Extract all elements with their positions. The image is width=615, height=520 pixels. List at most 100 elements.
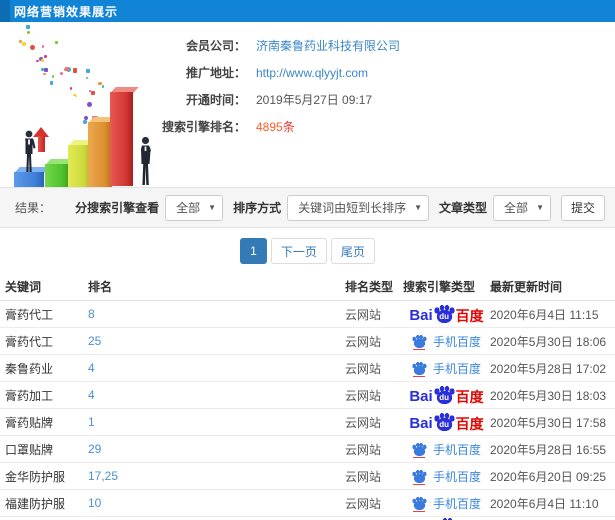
keyword-cell: 膏药代工 [5, 334, 54, 349]
promo-url-link[interactable]: http://www.qlyyjt.com [256, 66, 368, 80]
mobile-baidu-logo: 手机百度 [411, 333, 481, 350]
sort-mode-label: 排序方式 [233, 201, 282, 215]
sort-mode-selected: 关键词由短到长排序 [298, 201, 407, 215]
table-header-row: 关键词 排名 排名类型 搜索引擎类型 最新更新时间 [0, 272, 615, 301]
keyword-cell: 秦鲁药业 [5, 361, 54, 376]
updated-time-cell: 2020年6月20日 09:25 [490, 469, 607, 484]
header-engine-type: 搜索引擎类型 [403, 279, 476, 294]
mobile-baidu-text: 手机百度 [432, 361, 481, 376]
mobile-baidu-logo: 手机百度 [411, 360, 481, 377]
baidu-logo-du-text: du [439, 392, 450, 402]
updated-time-cell: 2020年6月4日 11:10 [490, 496, 599, 511]
rank-cell[interactable]: 25 [88, 334, 345, 348]
baidu-logo: Bai du 百度 [409, 386, 484, 404]
keyword-cell: 膏药代工 [5, 307, 54, 322]
rank-type-cell: 云网站 [345, 469, 382, 484]
rank-cell[interactable]: 1 [88, 415, 345, 429]
table-row: 秦鲁药业 4 云网站 手机百度 2020年5月28日 17:02 [0, 355, 615, 382]
article-type-select[interactable]: 全部 ▼ [493, 194, 551, 221]
chevron-down-icon: ▼ [208, 203, 217, 212]
page: 网络营销效果展示 会员公司： 济南秦鲁药业科技有限公司 推广地址： http:/… [0, 0, 615, 520]
mobile-baidu-paw-icon [411, 469, 427, 485]
table-row: 福建防护服 10 云网站 手机百度 2020年6月4日 11:10 [0, 490, 615, 517]
keyword-cell: 福建防护服 [5, 496, 66, 511]
mobile-baidu-paw-icon [411, 334, 427, 350]
engine-view-label: 分搜索引擎查看 [75, 201, 160, 215]
chevron-down-icon: ▼ [536, 203, 544, 212]
engine-view-select[interactable]: 全部 ▼ [165, 194, 224, 221]
mobile-baidu-logo: 手机百度 [411, 468, 481, 485]
submit-button[interactable]: 提交 [560, 194, 605, 221]
mobile-baidu-paw-icon [411, 361, 427, 377]
baidu-paw-icon: du [433, 386, 455, 404]
table-row: 膏药代工 25 云网站 手机百度 2020年5月30日 18:06 [0, 328, 615, 355]
baidu-logo-bai-text: Bai [409, 415, 433, 431]
baidu-logo-cn-text: 百度 [455, 308, 484, 323]
article-type-selected: 全部 [504, 201, 529, 215]
rank-cell[interactable]: 4 [88, 361, 345, 375]
table-row: 膏药贴牌 1 云网站 Bai du 百度 2020年5月30日 17:58 [0, 409, 615, 436]
page-button-current[interactable]: 1 [240, 238, 267, 264]
search-engine-cell: 手机百度 [403, 333, 490, 350]
keyword-cell: 口罩贴牌 [5, 442, 54, 457]
rank-cell[interactable]: 10 [88, 496, 345, 510]
header-updated: 最新更新时间 [490, 279, 563, 294]
mobile-baidu-text: 手机百度 [432, 334, 481, 349]
rank-cell[interactable]: 8 [88, 307, 345, 321]
engine-view-selected: 全部 [176, 201, 201, 215]
sort-mode-select[interactable]: 关键词由短到长排序 ▼ [287, 194, 430, 221]
table-row: 口罩贴牌 29 云网站 手机百度 2020年5月28日 16:55 [0, 436, 615, 463]
baidu-logo: Bai du 百度 [409, 305, 484, 323]
promo-url-row: 推广地址： http://www.qlyyjt.com [96, 59, 516, 86]
chevron-down-icon: ▼ [414, 203, 423, 212]
page-title: 网络营销效果展示 [14, 4, 119, 19]
businessman-left-figure [20, 130, 38, 174]
opened-time-row: 开通时间： 2019年5月27日 09:17 [96, 86, 516, 113]
baidu-logo-bai-text: Bai [409, 388, 433, 404]
rank-type-cell: 云网站 [345, 307, 382, 322]
keyword-cell: 膏药贴牌 [5, 415, 54, 430]
engine-rank-label: 搜索引擎排名： [161, 120, 246, 134]
table-row: 膏药加工 4 云网站 Bai du 百度 2020年5月30日 18:03 [0, 382, 615, 409]
opened-time-label: 开通时间： [185, 93, 246, 107]
baidu-logo-bai-text: Bai [409, 307, 433, 323]
engine-rank-value: 4895条 [256, 118, 295, 135]
search-engine-cell: Bai du 百度 [403, 386, 490, 404]
mobile-baidu-text: 手机百度 [432, 496, 481, 511]
member-info-panel: 会员公司： 济南秦鲁药业科技有限公司 推广地址： http://www.qlyy… [96, 32, 516, 140]
result-label: 结果： [15, 201, 52, 215]
baidu-logo-cn-text: 百度 [455, 389, 484, 404]
updated-time-cell: 2020年5月30日 17:58 [490, 415, 607, 430]
rank-type-cell: 云网站 [345, 415, 382, 430]
updated-time-cell: 2020年5月28日 17:02 [490, 361, 607, 376]
filter-bar: 结果： 分搜索引擎查看 全部 ▼ 排序方式 关键词由短到长排序 ▼ 文章类型 全… [0, 187, 615, 228]
updated-time-cell: 2020年5月28日 16:55 [490, 442, 607, 457]
baidu-paw-icon: du [433, 305, 455, 323]
next-page-button[interactable]: 下一页 [270, 238, 327, 264]
rank-cell[interactable]: 4 [88, 388, 345, 402]
rank-cell[interactable]: 17,25 [88, 469, 345, 483]
baidu-logo-du-text: du [439, 419, 450, 429]
rank-type-cell: 云网站 [345, 361, 382, 376]
businessman-right-figure [136, 136, 154, 188]
rank-cell[interactable]: 29 [88, 442, 345, 456]
last-page-button[interactable]: 尾页 [330, 238, 375, 264]
table-row: 膏药代工 8 云网站 Bai du 百度 2020年6月4日 11:15 [0, 301, 615, 328]
search-engine-cell: Bai du 百度 [403, 413, 490, 431]
ranking-table: 关键词 排名 排名类型 搜索引擎类型 最新更新时间 膏药代工 8 云网站 Bai… [0, 272, 615, 517]
updated-time-cell: 2020年5月30日 18:06 [490, 334, 607, 349]
search-engine-cell: 手机百度 [403, 441, 490, 458]
member-company-link[interactable]: 济南秦鲁药业科技有限公司 [256, 37, 400, 54]
promo-url-label: 推广地址： [185, 66, 246, 80]
member-company-label: 会员公司： [185, 39, 246, 53]
engine-rank-unit: 条 [282, 120, 295, 134]
search-engine-cell: Bai du 百度 [403, 305, 490, 323]
title-bar: 网络营销效果展示 [0, 0, 615, 22]
updated-time-cell: 2020年5月30日 18:03 [490, 388, 607, 403]
mobile-baidu-logo: 手机百度 [411, 495, 481, 512]
header-rank-type: 排名类型 [345, 279, 394, 294]
baidu-paw-icon: du [433, 413, 455, 431]
baidu-logo-cn-text: 百度 [455, 416, 484, 431]
rank-type-cell: 云网站 [345, 442, 382, 457]
updated-time-cell: 2020年6月4日 11:15 [490, 307, 599, 322]
